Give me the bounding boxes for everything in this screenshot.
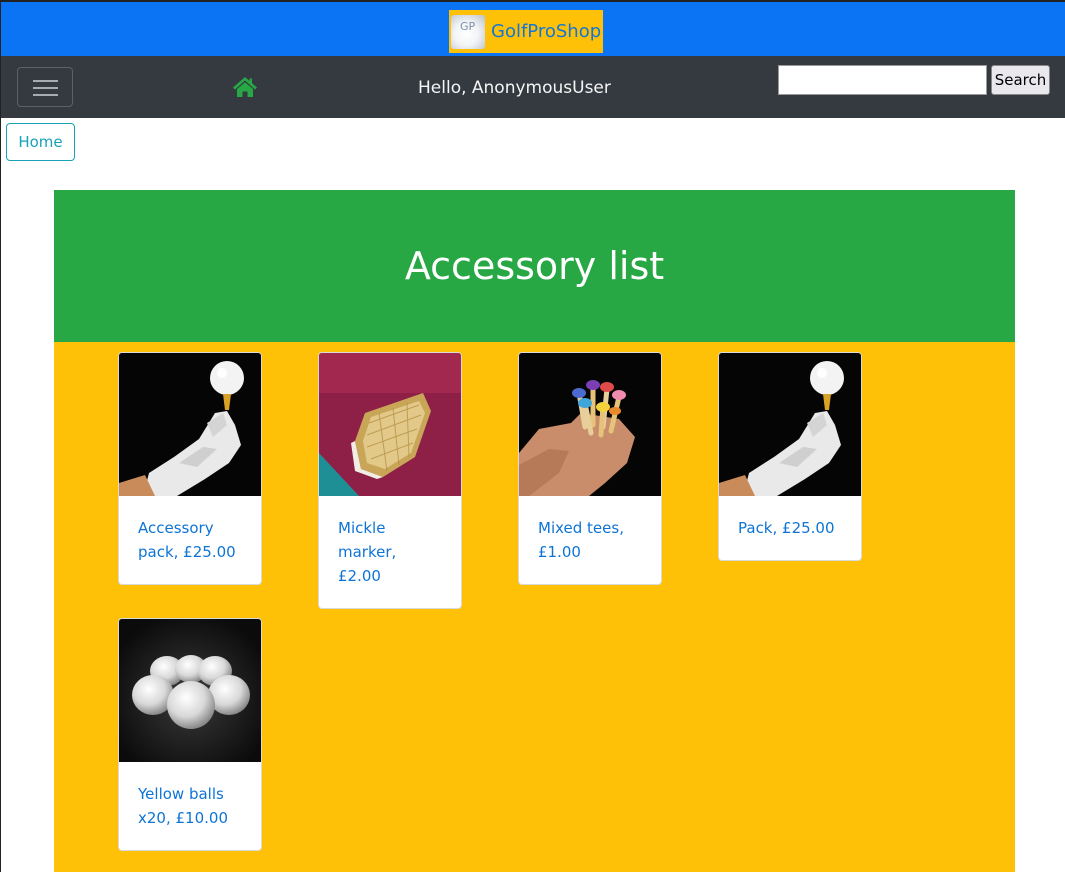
- gold-ball-marker-on-pink-image: [319, 353, 461, 496]
- logo-text: GP: [460, 19, 476, 33]
- product-link[interactable]: Mickle marker, £2.00: [319, 496, 461, 608]
- golf-ball-logo-icon: GP: [451, 14, 485, 49]
- product-catalog: Accessory pack, £25.00 Mickle marker, £2…: [54, 342, 1015, 872]
- product-card: Accessory pack, £25.00: [118, 352, 262, 585]
- hamburger-icon: [33, 80, 58, 82]
- product-link[interactable]: Yellow balls x20, £10.00: [119, 762, 261, 850]
- search-button[interactable]: Search: [991, 65, 1050, 95]
- hand-holding-colored-tees-image: [519, 353, 661, 496]
- gloved-hand-ball-on-tee-image: [719, 353, 861, 496]
- product-image[interactable]: [119, 619, 261, 762]
- breadcrumb-home-button[interactable]: Home: [6, 123, 75, 161]
- product-link[interactable]: Pack, £25.00: [719, 496, 861, 560]
- page-header: Accessory list: [54, 190, 1015, 342]
- hamburger-icon-bar: [33, 94, 58, 96]
- hamburger-icon-bar: [33, 87, 58, 89]
- product-image[interactable]: [119, 353, 261, 496]
- product-image[interactable]: [719, 353, 861, 496]
- home-icon[interactable]: [232, 76, 258, 102]
- brand-name: GolfProShop: [491, 21, 602, 42]
- product-image[interactable]: [519, 353, 661, 496]
- brand-bar: GP GolfProShop: [1, 2, 1065, 56]
- navbar: Hello, AnonymousUser Search: [1, 56, 1065, 118]
- product-link[interactable]: Mixed tees, £1.00: [519, 496, 661, 584]
- page-title: Accessory list: [404, 244, 665, 288]
- search-input[interactable]: [778, 65, 987, 95]
- product-card: Mickle marker, £2.00: [318, 352, 462, 609]
- product-link[interactable]: Accessory pack, £25.00: [119, 496, 261, 584]
- user-greeting: Hello, AnonymousUser: [418, 78, 611, 98]
- menu-toggle-button[interactable]: [17, 67, 73, 107]
- gloved-hand-ball-on-tee-image: [119, 353, 261, 496]
- product-card: Yellow balls x20, £10.00: [118, 618, 262, 851]
- product-image[interactable]: [319, 353, 461, 496]
- product-card: Pack, £25.00: [718, 352, 862, 561]
- white-golf-balls-image: [119, 619, 261, 762]
- product-card: Mixed tees, £1.00: [518, 352, 662, 585]
- brand-link[interactable]: GP GolfProShop: [449, 10, 603, 53]
